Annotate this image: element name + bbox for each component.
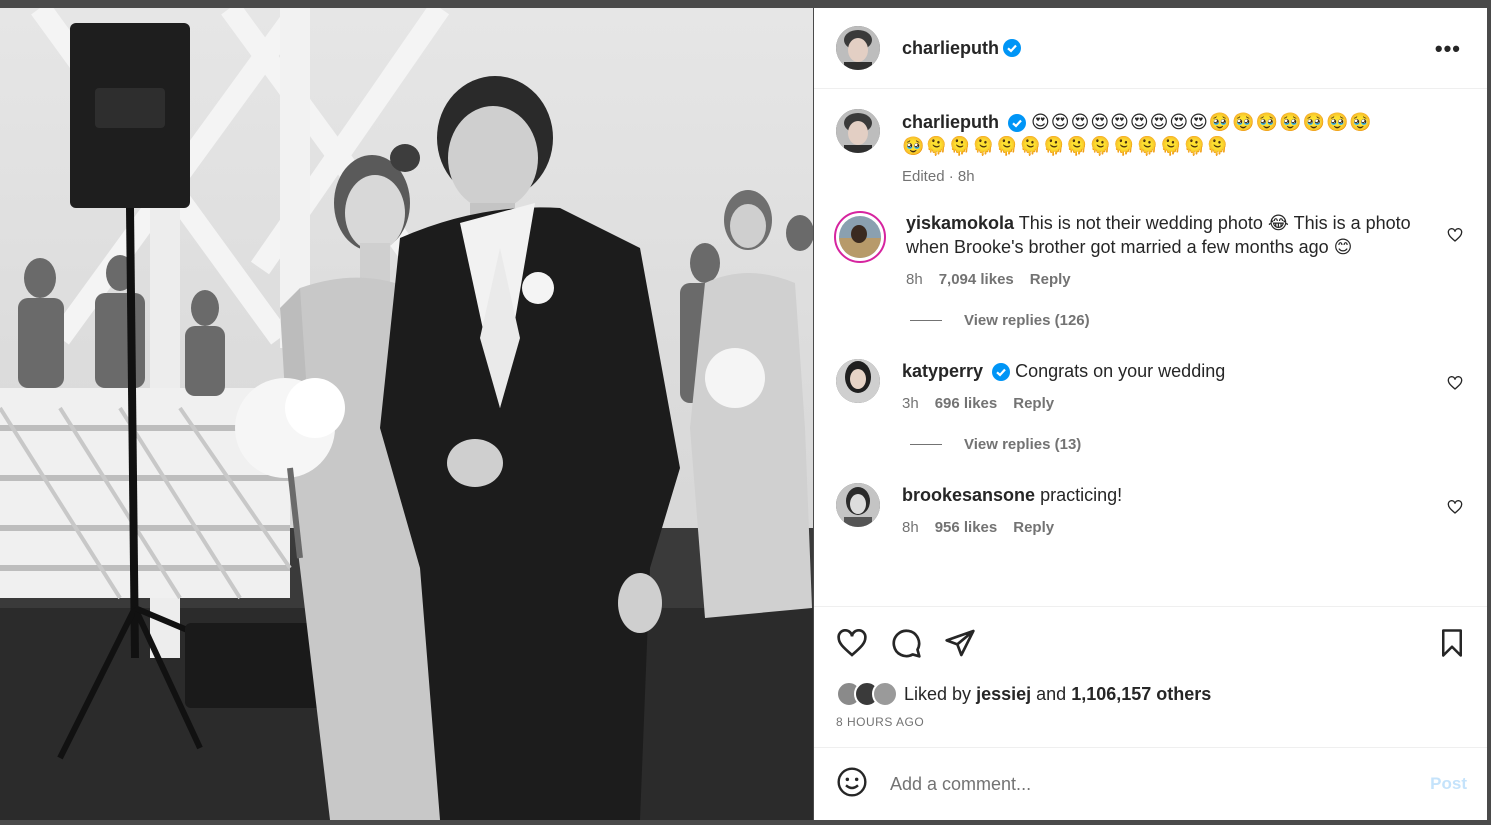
more-options-icon[interactable]: ••• [1435,36,1461,62]
comment-item: katyperry Congrats on your wedding 3h 69… [836,359,1463,412]
post-timestamp[interactable]: 8 HOURS AGO [836,715,924,729]
comment-item: brookesansone practicing! 8h 956 likes R… [836,483,1463,536]
profile-picture-icon [836,359,880,403]
post-side-panel: charlieputh ••• charlieputh 😍😍😍😍😍😍😍😍😍🥹🥹🥹… [814,8,1487,820]
likes-count[interactable]: 1,106,157 others [1071,684,1211,705]
comment-meta: 8h 7,094 likes Reply [906,271,1423,288]
author-avatar[interactable] [836,26,880,70]
emoji-picker-icon[interactable] [836,766,868,803]
comment-avatar[interactable] [836,483,880,527]
comment-likes[interactable]: 7,094 likes [939,271,1014,288]
save-bookmark-icon[interactable] [1437,627,1467,664]
liked-by-and: and [1036,683,1067,704]
author-username[interactable]: charlieputh [902,38,999,59]
like-heart-icon[interactable] [836,627,868,664]
view-replies-button[interactable]: View replies (126) [910,312,1463,329]
view-replies-line [910,444,942,445]
comment-like-heart-icon[interactable] [1447,227,1463,248]
view-replies-label[interactable]: View replies (13) [964,436,1081,453]
liked-by-user[interactable]: jessiej [976,684,1031,705]
liked-by-row: Liked by jessiej and 1,106,157 others [836,681,1211,707]
comment-username[interactable]: yiskamokola [906,213,1014,233]
post-actions: Liked by jessiej and 1,106,157 others 8 … [814,606,1487,747]
comment-username[interactable]: brookesansone [902,485,1035,505]
post-photo[interactable] [0,8,813,820]
reply-button[interactable]: Reply [1013,519,1054,536]
wedding-photo-image [0,8,813,820]
profile-picture-icon [839,216,881,258]
comment-text: practicing! [1040,485,1123,505]
comment-like-heart-icon[interactable] [1447,499,1463,520]
comment-item: yiskamokola This is not their wedding ph… [834,211,1463,288]
reply-button[interactable]: Reply [1013,395,1054,412]
comment-like-heart-icon[interactable] [1447,375,1463,396]
edited-label: Edited [902,168,945,185]
comments-list[interactable]: charlieputh 😍😍😍😍😍😍😍😍😍🥹🥹🥹🥹🥹🥹🥹 🥹🫠🫠🫠🫠🫠🫠🫠🫠🫠🫠… [814,89,1487,606]
mini-avatar [872,681,898,707]
comment-time[interactable]: 8h [902,519,919,536]
comment-input[interactable] [888,772,1431,796]
caption-time[interactable]: 8h [958,168,975,185]
verified-badge-icon [1003,39,1022,57]
comment-username[interactable]: katyperry [902,361,983,381]
comment-meta: 8h 956 likes Reply [902,519,1423,536]
comment-likes[interactable]: 696 likes [935,395,998,412]
caption-emoji-line-1: 😍😍😍😍😍😍😍😍😍🥹🥹🥹🥹🥹🥹🥹 [1031,112,1373,132]
comment-text: Congrats on your wedding [1015,361,1226,381]
caption-emoji-line-2: 🥹🫠🫠🫠🫠🫠🫠🫠🫠🫠🫠🫠🫠🫠 [902,136,1230,156]
liked-by-prefix: Liked by [904,683,972,704]
verified-badge-icon [1008,114,1027,133]
view-replies-button[interactable]: View replies (13) [910,436,1463,453]
share-paper-plane-icon[interactable] [944,627,976,664]
caption-meta: Edited · 8h [902,168,975,185]
comment-avatar-story-ring[interactable] [834,211,886,263]
view-replies-label[interactable]: View replies (126) [964,312,1090,329]
profile-picture-icon [836,26,880,70]
comment-bubble-icon[interactable] [890,627,922,664]
view-replies-line [910,320,942,321]
caption-username[interactable]: charlieputh [902,112,999,132]
liked-by-avatars[interactable] [836,681,898,707]
comment-time[interactable]: 8h [906,271,923,288]
comment-avatar[interactable] [836,359,880,403]
comment-likes[interactable]: 956 likes [935,519,998,536]
caption: charlieputh 😍😍😍😍😍😍😍😍😍🥹🥹🥹🥹🥹🥹🥹 🥹🫠🫠🫠🫠🫠🫠🫠🫠🫠🫠… [836,109,1463,185]
comment-time[interactable]: 3h [902,395,919,412]
verified-badge-icon [992,363,1011,382]
profile-picture-icon [836,483,880,527]
reply-button[interactable]: Reply [1030,271,1071,288]
caption-author-avatar[interactable] [836,109,880,153]
post-header: charlieputh ••• [814,8,1487,89]
post-comment-button[interactable]: Post [1430,774,1467,794]
add-comment-bar: Post [814,747,1487,820]
profile-picture-icon [836,109,880,153]
comment-meta: 3h 696 likes Reply [902,395,1423,412]
